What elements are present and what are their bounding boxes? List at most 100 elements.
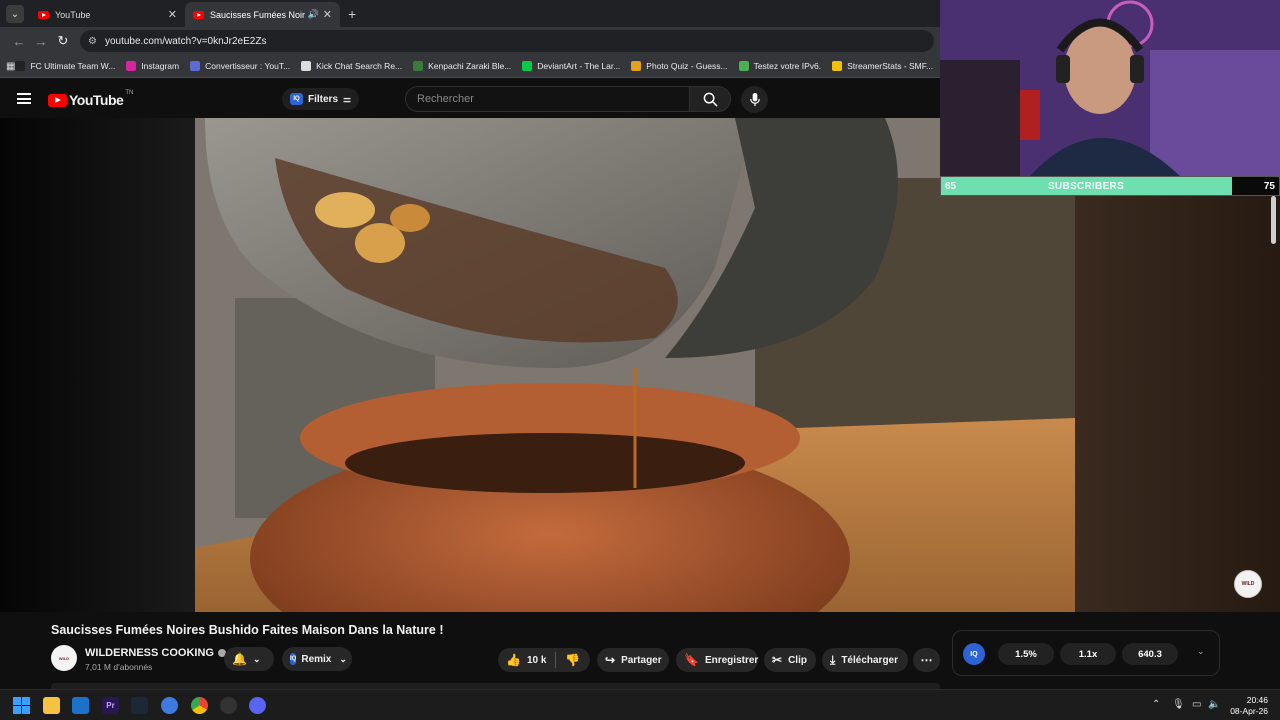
video-letterbox-left [0, 118, 195, 612]
audio-playing-icon[interactable]: 🔊 [308, 9, 319, 20]
clock-time: 20:46 [1246, 695, 1268, 705]
bookmark-label: Instagram [141, 61, 180, 71]
clock-date: 08-Apr-26 [1230, 706, 1268, 716]
bookmark-favicon-icon [15, 61, 26, 71]
channel-watermark-logo[interactable]: WILD [1234, 570, 1262, 598]
bookmark-item[interactable]: StreamerStats - SMF... [832, 61, 933, 71]
address-bar: ← → ↻ ⚙ youtube.com/watch?v=0knJr2eE2Zs [0, 27, 940, 55]
bookmarks-bar: ▦ FC Ultimate Team W... Instagram Converti… [0, 55, 940, 78]
menu-icon[interactable] [17, 93, 31, 104]
subscriber-count: 7,01 M d'abonnés [85, 662, 153, 672]
notification-bell-button[interactable]: 🔔 ⌄ [224, 647, 274, 671]
webcam-overlay [940, 0, 1280, 176]
bookmark-label: StreamerStats - SMF... [847, 61, 934, 71]
tab-search-button[interactable]: ⌄ [6, 5, 24, 23]
like-dislike-group: 👍 10 k 👎 [498, 648, 590, 672]
tab-close-icon[interactable]: ✕ [168, 8, 177, 21]
reload-button[interactable]: ↻ [52, 33, 74, 49]
url-field[interactable]: ⚙ youtube.com/watch?v=0knJr2eE2Zs [80, 30, 934, 52]
iq-extension-icon: IQ [290, 93, 303, 105]
youtube-logo[interactable]: YouTube TN [48, 90, 133, 108]
remix-button[interactable]: IQ Remix ⌄ [282, 647, 352, 671]
windows-start-icon[interactable] [13, 697, 30, 714]
save-label: Enregistrer [704, 654, 759, 666]
volume-icon[interactable]: 🔈 [1208, 699, 1220, 710]
tab-label: YouTube [55, 9, 91, 20]
bookmark-item[interactable]: DeviantArt - The Lar... [522, 61, 620, 71]
dislike-button[interactable]: 👎 [565, 653, 580, 667]
steam-icon[interactable] [131, 697, 148, 714]
discord-icon[interactable] [249, 697, 266, 714]
app-icon[interactable] [161, 697, 178, 714]
bookmark-favicon-icon [126, 61, 137, 71]
forward-button[interactable]: → [30, 34, 52, 49]
bookmark-item[interactable]: Instagram [126, 61, 179, 71]
search-input[interactable] [417, 93, 689, 105]
premiere-pro-icon[interactable]: Pr [102, 697, 119, 714]
download-button[interactable]: ⤓ Télécharger [822, 648, 908, 672]
search-box[interactable] [405, 86, 690, 112]
share-label: Partager [621, 654, 662, 666]
thumbs-up-icon: 👍 [506, 653, 521, 667]
apps-grid-icon[interactable]: ▦ [6, 61, 15, 72]
iq-extension-icon[interactable]: IQ [963, 643, 985, 665]
bookmark-favicon-icon [190, 61, 201, 71]
bookmark-favicon-icon [631, 61, 642, 71]
file-explorer-icon[interactable] [43, 697, 60, 714]
bookmark-item[interactable]: FC Ultimate Team W... [15, 61, 115, 71]
system-clock[interactable]: 20:46 08-Apr-26 [1228, 695, 1268, 717]
bookmark-label: Testez votre IPv6. [753, 61, 822, 71]
subscriber-goal-end: 75 [1263, 181, 1275, 192]
bookmark-item[interactable]: Kenpachi Zaraki Ble... [413, 61, 511, 71]
microphone-icon[interactable]: 🎙 [1172, 699, 1185, 710]
channel-name: WILDERNESS COOKING [85, 647, 214, 659]
voice-search-button[interactable] [741, 86, 768, 113]
chevron-down-icon: ⌄ [252, 653, 261, 664]
tab-label: Saucisses Fumées Noires Bu [210, 9, 305, 20]
more-actions-button[interactable]: ⋯ [913, 648, 940, 672]
clip-button[interactable]: ✂ Clip [764, 648, 816, 672]
share-button[interactable]: ↪ Partager [597, 648, 669, 672]
bookmark-favicon-icon [301, 61, 312, 71]
search-button[interactable] [689, 86, 731, 112]
download-icon: ⤓ [830, 652, 836, 667]
bookmark-label: Kenpachi Zaraki Ble... [428, 61, 512, 71]
bookmark-favicon-icon [413, 61, 424, 71]
download-label: Télécharger [841, 654, 899, 666]
tray-overflow-icon[interactable]: ⌃ [1152, 699, 1160, 710]
sliders-icon: ⚌ [343, 93, 352, 104]
back-button[interactable]: ← [8, 34, 30, 49]
chrome-icon[interactable] [191, 697, 208, 714]
network-icon[interactable]: ▭ [1192, 699, 1201, 710]
thumbs-down-icon: 👎 [565, 653, 581, 667]
scissors-icon: ✂ [772, 653, 783, 667]
filters-button[interactable]: IQ Filters ⚌ [282, 88, 360, 110]
bell-icon: 🔔 [232, 652, 247, 666]
channel-name-link[interactable]: WILDERNESS COOKING [85, 647, 226, 659]
like-button[interactable]: 👍 10 k [506, 653, 546, 667]
page-scrollbar[interactable] [1271, 196, 1276, 244]
obs-icon[interactable] [220, 697, 237, 714]
bookmark-item[interactable]: Testez votre IPv6. [738, 61, 822, 71]
bookmark-favicon-icon [522, 61, 533, 71]
site-info-icon[interactable]: ⚙ [88, 36, 97, 47]
bookmark-label: DeviantArt - The Lar... [537, 61, 621, 71]
divider [555, 652, 557, 668]
video-title: Saucisses Fumées Noires Bushido Faites M… [51, 623, 444, 637]
bookmark-favicon-icon [832, 61, 843, 71]
chevron-down-icon[interactable]: ⌄ [1197, 646, 1205, 657]
subscriber-goal-bar: 65 SUBSCRIBERS 75 [940, 176, 1280, 196]
tab-youtube[interactable]: YouTube ✕ [30, 2, 185, 27]
mail-icon[interactable] [72, 697, 89, 714]
share-icon: ↪ [605, 653, 616, 667]
tab-video[interactable]: Saucisses Fumées Noires Bu 🔊 ✕ [185, 2, 340, 27]
save-button[interactable]: 🔖 Enregistrer [676, 648, 758, 672]
bookmark-item[interactable]: Photo Quiz - Guess... [631, 61, 728, 71]
bookmark-item[interactable]: Kick Chat Search Re... [301, 61, 402, 71]
clip-label: Clip [788, 654, 807, 666]
tab-close-icon[interactable]: ✕ [323, 8, 332, 21]
bookmark-item[interactable]: Convertisseur : YouT... [190, 61, 290, 71]
new-tab-button[interactable]: + [348, 6, 356, 22]
channel-avatar[interactable]: WILD [51, 645, 77, 671]
youtube-favicon-icon [38, 10, 49, 19]
